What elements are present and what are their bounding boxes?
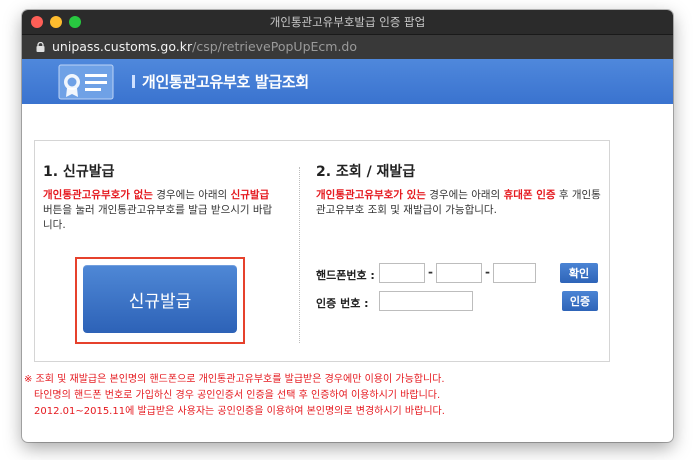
desc-text: 버튼을 눌러 개인통관고유부호를 발급 받으시기 바랍니다. <box>43 204 273 231</box>
url-text[interactable]: unipass.customs.go.kr/csp/retrievePopUpE… <box>52 39 357 54</box>
address-bar[interactable]: unipass.customs.go.kr/csp/retrievePopUpE… <box>22 35 673 59</box>
notice-text: ※ 조회 및 재발급은 본인명의 핸드폰으로 개인통관고유부호를 발급받은 경우… <box>24 372 445 420</box>
url-path: /csp/retrievePopUpEcm.do <box>192 39 358 54</box>
desc-text: 경우에는 아래의 <box>152 189 231 201</box>
phone-number-label: 핸드폰번호 : <box>316 269 375 282</box>
auth-button[interactable]: 인증 <box>562 291 598 311</box>
phone-part2-input[interactable] <box>436 263 482 283</box>
lock-icon <box>36 42 45 52</box>
confirm-button[interactable]: 확인 <box>560 263 598 283</box>
desc-highlight: 신규발급 <box>230 189 270 201</box>
new-issue-title: 1. 신규발급 <box>43 164 115 180</box>
reissue-description: 개인통관고유부호가 있는 경우에는 아래의 휴대폰 인증 후 개인통관고유부호 … <box>316 188 608 218</box>
popup-window: 개인통관고유부호발급 인증 팝업 unipass.customs.go.kr/c… <box>22 10 673 442</box>
desc-highlight: 개인통관고유부호가 있는 <box>316 189 426 201</box>
title-bar-marker <box>132 75 135 88</box>
title-bar: 개인통관고유부호발급 인증 팝업 <box>22 10 673 35</box>
auth-number-label: 인증 번호 : <box>316 297 369 310</box>
notice-line: ※ 조회 및 재발급은 본인명의 핸드폰으로 개인통관고유부호를 발급받은 경우… <box>24 374 445 385</box>
issue-panel: 1. 신규발급 개인통관고유부호가 없는 경우에는 아래의 신규발급 버튼을 눌… <box>34 140 610 362</box>
reissue-title: 2. 조회 / 재발급 <box>316 164 416 180</box>
phone-part1-input[interactable] <box>379 263 425 283</box>
notice-line: 타인명의 핸드폰 번호로 가입하신 경우 공인인증서 인증을 선택 후 인증하여… <box>34 390 441 401</box>
page-title: 개인통관고유부호 발급조회 <box>132 71 309 92</box>
phone-dash: - <box>428 265 433 279</box>
page-header: 개인통관고유부호 발급조회 <box>22 59 673 104</box>
desc-highlight: 개인통관고유부호가 없는 <box>43 189 153 201</box>
auth-number-input[interactable] <box>379 291 473 311</box>
section-divider <box>299 167 300 343</box>
url-host: unipass.customs.go.kr <box>52 39 193 54</box>
new-issue-button[interactable]: 신규발급 <box>83 265 237 333</box>
phone-dash: - <box>485 265 490 279</box>
phone-part3-input[interactable] <box>493 263 536 283</box>
page-title-text: 개인통관고유부호 발급조회 <box>142 73 309 91</box>
new-issue-description: 개인통관고유부호가 없는 경우에는 아래의 신규발급 버튼을 눌러 개인통관고유… <box>43 188 279 233</box>
desc-text: 경우에는 아래의 <box>425 189 504 201</box>
desc-highlight: 휴대폰 인증 <box>503 189 556 201</box>
certificate-icon <box>58 64 114 100</box>
new-issue-highlight: 신규발급 <box>75 257 245 344</box>
notice-line: 2012.01~2015.11에 발급받은 사용자는 공인인증을 이용하여 본인… <box>34 406 445 417</box>
window-title: 개인통관고유부호발급 인증 팝업 <box>269 15 426 29</box>
